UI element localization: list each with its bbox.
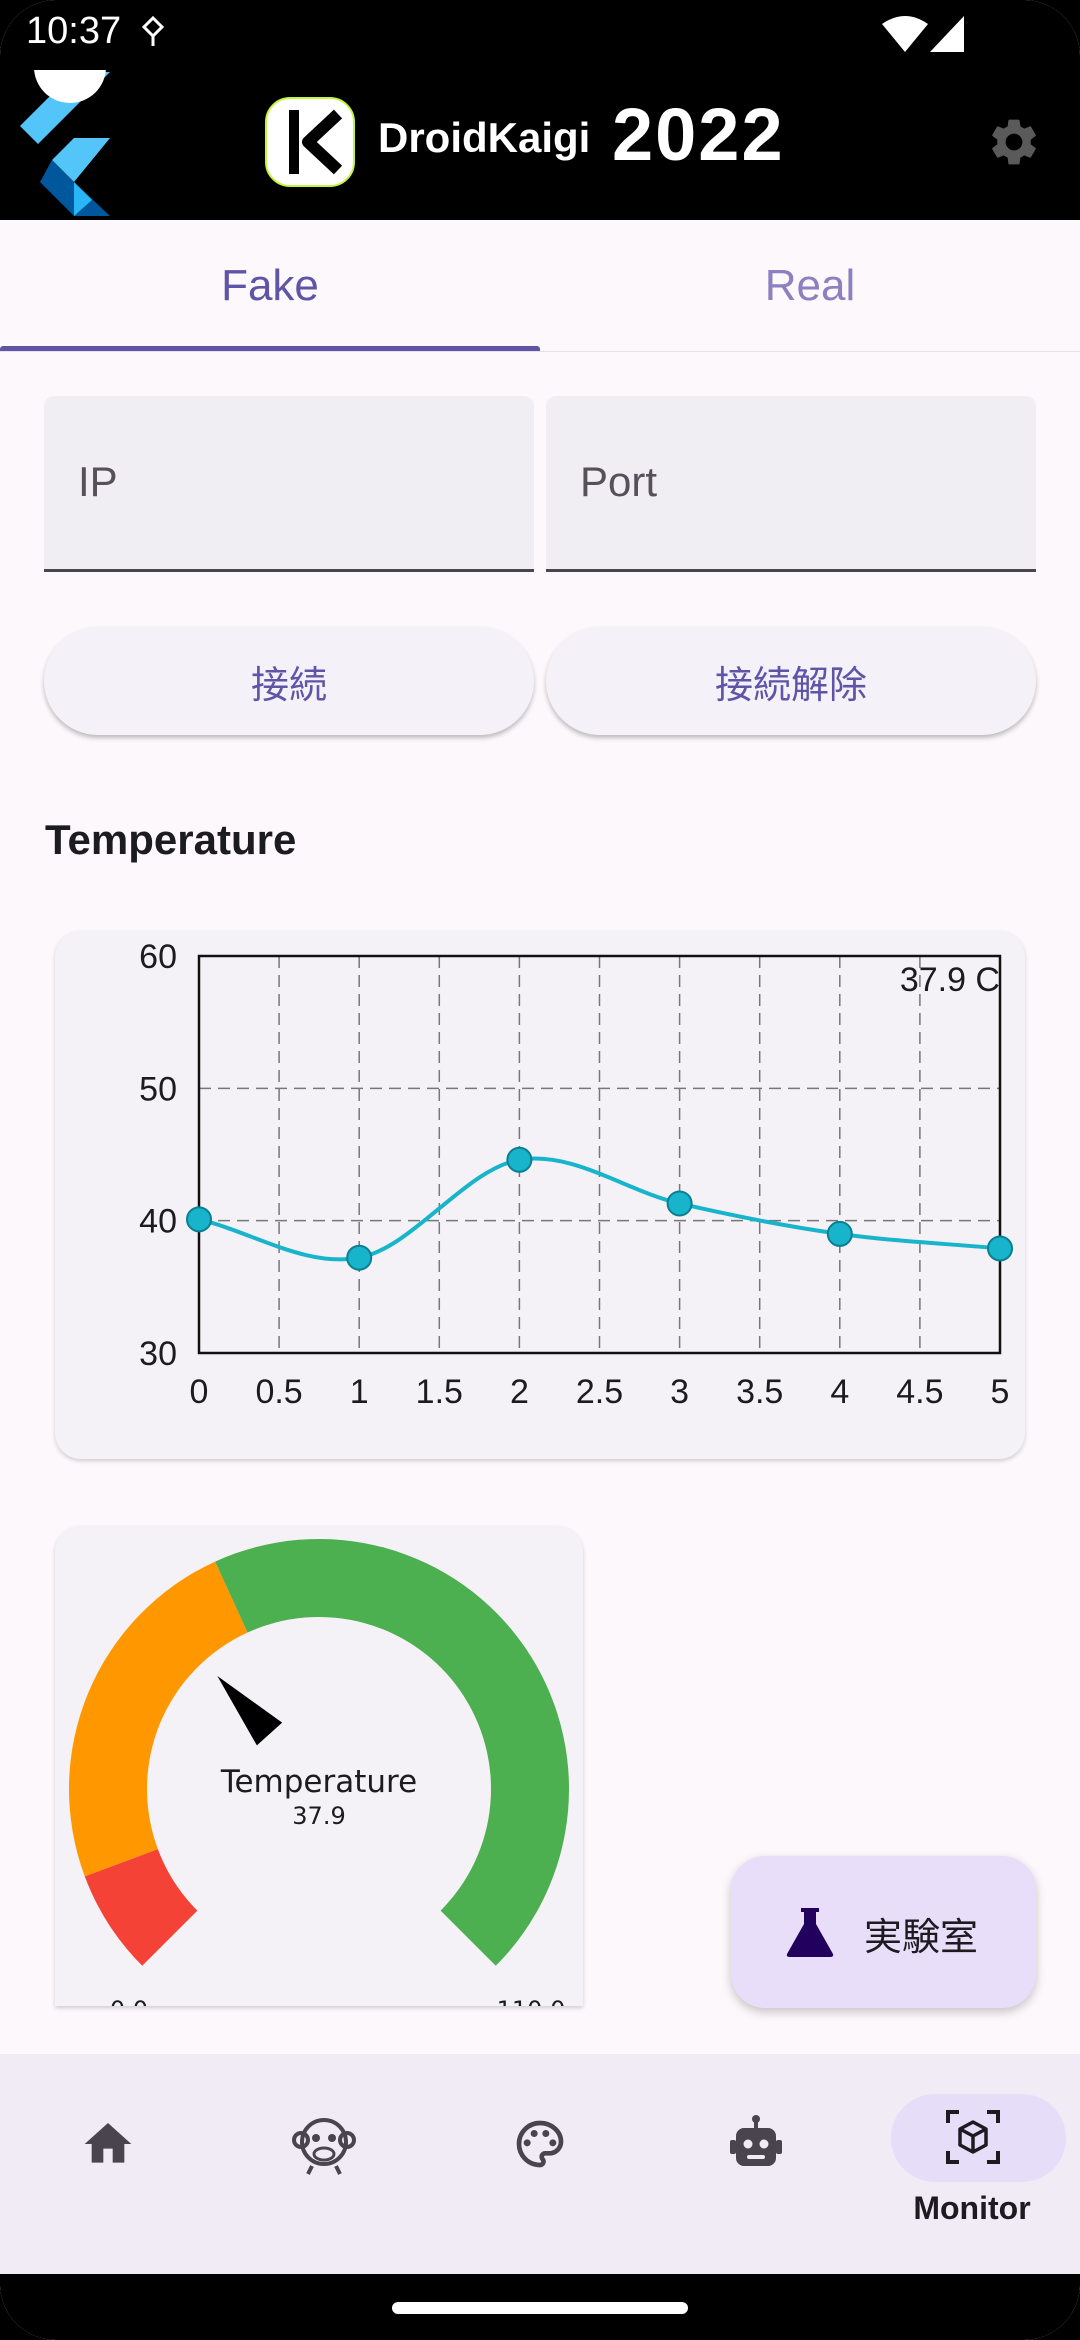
camera-cutout (34, 70, 106, 103)
gauge-title: Temperature (220, 1764, 417, 1800)
brand-year: 2022 (612, 93, 785, 176)
tab-bar: Fake Real (0, 220, 1080, 352)
chart-x-tick-label: 0.5 (255, 1373, 302, 1411)
nav-item-monkey[interactable] (216, 2054, 432, 2274)
brand-name: DroidKaigi (378, 114, 591, 161)
chart-data-point (506, 1146, 533, 1173)
settings-gear-icon[interactable] (986, 114, 1042, 170)
cube-icon (946, 2110, 1000, 2164)
droidkaigi-logo-icon (265, 97, 355, 187)
chart-data-point (666, 1190, 693, 1217)
bottom-navigation: Monitor (0, 2054, 1080, 2274)
chart-y-tick-label: 30 (139, 1335, 177, 1373)
chart-x-tick-label: 2 (510, 1373, 529, 1411)
chart-data-point (186, 1206, 212, 1233)
gauge-max-label: 110.0 (497, 1996, 566, 2006)
tab-divider (0, 351, 1080, 352)
flutter-logo-icon (20, 70, 110, 216)
chart-x-tick-label: 4.5 (896, 1373, 943, 1411)
status-bar: 10:37 (0, 0, 1080, 70)
nav-item-robot[interactable] (648, 2054, 864, 2274)
chart-x-tick-label: 5 (991, 1373, 1010, 1411)
ip-field-placeholder: IP (78, 458, 118, 505)
temperature-gauge-card: Temperature 37.9 0.0 110.0 (55, 1526, 583, 2006)
notification-icon (141, 15, 165, 46)
chart-x-tick-label: 0 (190, 1373, 209, 1411)
chart-y-tick-label: 60 (139, 938, 177, 976)
chart-y-tick-label: 40 (139, 1203, 177, 1241)
nav-item-monitor[interactable]: Monitor (864, 2054, 1080, 2274)
gesture-handle[interactable] (392, 2302, 688, 2314)
chart-current-value-annotation: 37.9 C (900, 961, 1000, 999)
wifi-icon (882, 16, 928, 52)
nav-item-home[interactable] (0, 2054, 216, 2274)
chart-x-tick-label: 3.5 (736, 1373, 783, 1411)
nav-item-palette[interactable] (432, 2054, 648, 2274)
temperature-gauge: Temperature 37.9 0.0 110.0 (68, 1539, 570, 2006)
gauge-needle (217, 1675, 283, 1746)
tab-real-label: Real (764, 261, 856, 310)
robot-icon (730, 2115, 782, 2166)
chart-x-tick-label: 1.5 (416, 1373, 463, 1411)
gauge-min-label: 0.0 (110, 1996, 148, 2006)
signal-icon (930, 16, 964, 52)
temperature-line-chart: 0 0.5 1 1.5 2 2.5 3 3.5 4 4.5 5 30 40 50 60 37.9 C (139, 938, 1013, 1411)
chart-data-point (987, 1235, 1013, 1262)
lab-fab-button[interactable]: 実験室 (731, 1856, 1036, 2008)
chart-x-tick-label: 1 (350, 1373, 369, 1411)
disconnect-button[interactable]: 接続解除 (546, 627, 1036, 735)
gauge-value: 37.9 (292, 1802, 345, 1830)
gauge-range-segment (215, 1539, 570, 1966)
tab-fake-label: Fake (221, 261, 319, 310)
port-field-placeholder: Port (580, 458, 658, 505)
monkey-icon (292, 2118, 356, 2175)
chart-data-point (826, 1220, 853, 1247)
app-bar: DroidKaigi 2022 (0, 70, 1080, 220)
lab-fab-label: 実験室 (864, 1915, 979, 1959)
chart-x-tick-label: 4 (830, 1373, 849, 1411)
flask-icon (786, 1908, 834, 1957)
chart-x-tick-label: 3 (670, 1373, 689, 1411)
home-icon (84, 2123, 132, 2163)
temperature-chart-card: 0 0.5 1 1.5 2 2.5 3 3.5 4 4.5 5 30 40 50 60 37.9 C (55, 931, 1025, 1459)
status-time: 10:37 (26, 10, 122, 52)
nav-item-monitor-label: Monitor (913, 2190, 1031, 2226)
palette-icon (516, 2120, 564, 2168)
connect-button-label: 接続 (250, 662, 327, 707)
chart-y-tick-label: 50 (139, 1070, 177, 1108)
disconnect-button-label: 接続解除 (714, 662, 867, 707)
chart-x-tick-label: 2.5 (576, 1373, 623, 1411)
chart-data-point (346, 1244, 373, 1271)
port-field[interactable]: Port (546, 396, 1036, 572)
tab-real[interactable]: Real (540, 220, 1080, 352)
app-screen: 10:37 DroidKaigi 2022 Fake Real IP Port … (0, 0, 1080, 2340)
tab-fake[interactable]: Fake (0, 220, 540, 352)
ip-field[interactable]: IP (44, 396, 534, 572)
gauge-range-segment (68, 1561, 248, 1877)
section-title: Temperature (45, 816, 297, 863)
connect-button[interactable]: 接続 (44, 627, 534, 735)
